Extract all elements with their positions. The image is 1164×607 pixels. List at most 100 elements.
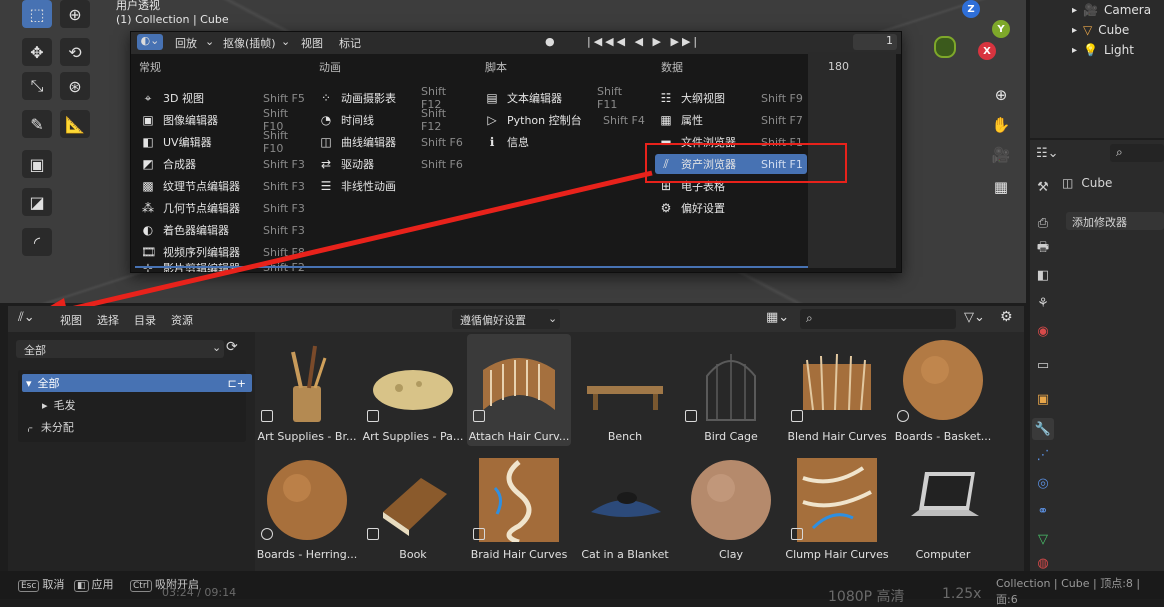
menu-assets[interactable]: 资源 <box>171 312 193 328</box>
object-type-icon <box>367 528 379 540</box>
asset-thumbnail <box>691 460 771 540</box>
chevron-right-icon: ▸ <box>1072 4 1078 16</box>
menu-select[interactable]: 选择 <box>97 312 119 328</box>
asset-browser-header: ⫽⌄ 视图 选择 目录 资源 遵循偏好设置 ⌄ ▦⌄ ⌕ ▽⌄ ⚙ <box>8 306 1024 332</box>
chevron-down-icon: ⌄ <box>548 312 558 325</box>
asset-card[interactable]: Cat in a Blanket <box>573 452 677 564</box>
output-tab-icon[interactable]: 🖶 <box>1032 238 1054 260</box>
catalog-all[interactable]: ▾ 全部 ⊏+ <box>22 374 252 392</box>
particles-tab-icon[interactable]: ⋰ <box>1032 444 1054 466</box>
asset-card[interactable]: Blend Hair Curves <box>785 334 889 446</box>
object-type-icon <box>473 528 485 540</box>
object-type-icon <box>791 410 803 422</box>
asset-browser-editor-icon[interactable]: ⫽⌄ <box>18 310 35 325</box>
asset-thumbnail <box>911 472 979 516</box>
video-speed: 1.25x <box>942 586 982 602</box>
properties-object-name: ◫ Cube <box>1062 176 1113 190</box>
light-icon: 💡 <box>1083 43 1098 57</box>
asset-thumbnail <box>591 492 661 517</box>
object-type-icon <box>367 410 379 422</box>
asset-card[interactable]: Boards - Basket... <box>891 334 995 446</box>
search-icon: ⌕ <box>1116 145 1123 159</box>
chevron-down-icon: ⌄ <box>212 341 222 354</box>
asset-thumbnail <box>383 478 447 536</box>
asset-card[interactable]: Computer <box>891 452 995 564</box>
status-apply: ◧ 应用 <box>74 576 114 592</box>
display-mode-icon[interactable]: ▦⌄ <box>766 310 789 325</box>
asset-card[interactable]: Braid Hair Curves <box>467 452 571 564</box>
asset-thumbnail <box>706 354 756 421</box>
asset-thumbnail <box>267 460 347 540</box>
asset-thumbnail <box>903 340 983 420</box>
esc-key-icon: Esc <box>18 580 40 592</box>
asset-thumbnail <box>803 353 871 411</box>
asset-thumbnail <box>587 386 663 410</box>
asset-card[interactable]: Attach Hair Curv... <box>467 334 571 446</box>
gear-icon[interactable]: ⚙ <box>1000 309 1013 325</box>
outliner-item-cube[interactable]: ▸ ▽ Cube <box>1072 23 1129 37</box>
catalog-hair[interactable]: ▸ 毛发 <box>22 396 252 414</box>
asset-card[interactable]: Book <box>361 452 465 564</box>
ctrl-key-icon: Ctrl <box>130 580 153 592</box>
chevron-right-icon: ▸ <box>42 398 48 412</box>
collection-tab-icon[interactable]: ▭ <box>1032 354 1054 376</box>
asset-card[interactable]: Boards - Herring... <box>255 452 359 564</box>
outliner-item-light[interactable]: ▸ 💡 Light <box>1072 43 1134 57</box>
asset-thumbnail <box>479 458 559 542</box>
material-type-icon <box>897 410 909 422</box>
mouse-icon: ◧ <box>74 580 89 592</box>
data-tab-icon[interactable]: ▽ <box>1032 528 1054 550</box>
chevron-right-icon: ▸ <box>1072 44 1078 56</box>
asset-card[interactable]: Clump Hair Curves <box>785 452 889 564</box>
view-layer-tab-icon[interactable]: ◧ <box>1032 264 1054 286</box>
video-quality: 1080P 高清 <box>828 589 905 605</box>
add-catalog-icon[interactable]: ⊏+ <box>228 377 246 390</box>
world-tab-icon[interactable]: ◉ <box>1032 320 1054 342</box>
scene-tab-icon[interactable]: ⚘ <box>1032 292 1054 314</box>
properties-search-input[interactable]: ⌕ <box>1110 144 1164 162</box>
object-tab-icon[interactable]: ▣ <box>1032 388 1054 410</box>
status-cancel: Esc 取消 <box>18 576 64 592</box>
material-type-icon <box>261 528 273 540</box>
asset-card[interactable]: Art Supplies - Pa... <box>361 334 465 446</box>
asset-grid: Art Supplies - Br... Art Supplies - Pa..… <box>255 332 1024 571</box>
status-bar: Esc 取消 ◧ 应用 Ctrl 吸附开启 03:24 / 09:14 1080P 高… <box>0 571 1164 606</box>
asset-card[interactable]: Bench <box>573 334 677 446</box>
wrench-icon[interactable]: 🔧 <box>1032 418 1054 440</box>
object-type-icon <box>685 410 697 422</box>
outliner-item-camera[interactable]: ▸ 🎥 Camera <box>1072 3 1151 17</box>
properties-editor-icon[interactable]: ☷⌄ <box>1036 146 1059 161</box>
object-type-icon <box>261 410 273 422</box>
asset-thumbnail <box>373 370 453 410</box>
asset-library-dropdown[interactable]: 全部 ⌄ <box>16 340 224 358</box>
asset-card[interactable]: Art Supplies - Br... <box>255 334 359 446</box>
camera-icon: 🎥 <box>1083 3 1098 17</box>
asset-thumbnail <box>483 358 555 410</box>
asset-thumbnail <box>291 345 327 422</box>
chevron-right-icon: ▸ <box>1072 24 1078 36</box>
add-modifier-button[interactable]: 添加修改器 <box>1066 212 1164 230</box>
search-icon: ⌕ <box>806 311 813 325</box>
filter-icon[interactable]: ▽⌄ <box>964 310 985 325</box>
chevron-down-icon: ▾ <box>26 376 32 390</box>
asset-card[interactable]: Clay <box>679 452 783 564</box>
asset-browser-sidebar: 全部 ⌄ ⟳ ▾ 全部 ⊏+ ▸ 毛发 ⌌ 未分配 <box>8 332 255 571</box>
asset-card[interactable]: Bird Cage <box>679 334 783 446</box>
menu-catalog[interactable]: 目录 <box>134 312 156 328</box>
import-method-dropdown[interactable]: 遵循偏好设置 ⌄ <box>452 309 560 329</box>
render-tab-icon[interactable]: ⎙ <box>1032 212 1054 234</box>
unassigned-icon: ⌌ <box>24 420 33 434</box>
tool-tab-icon[interactable]: ⚒ <box>1032 176 1054 198</box>
refresh-icon[interactable]: ⟳ <box>226 339 238 355</box>
modifier-icon: ◫ <box>1062 176 1074 190</box>
outliner-panel: ▸ 🎥 Camera ▸ ▽ Cube ▸ 💡 Light <box>1030 0 1164 138</box>
constraints-tab-icon[interactable]: ⚭ <box>1032 500 1054 522</box>
search-input[interactable]: ⌕ <box>800 309 956 329</box>
scene-statistics: Collection | Cube | 顶点:8 | 面:6 <box>996 577 1141 606</box>
asset-thumbnail <box>797 458 877 542</box>
object-type-icon <box>473 410 485 422</box>
catalog-unassigned[interactable]: ⌌ 未分配 <box>22 418 252 436</box>
physics-tab-icon[interactable]: ◎ <box>1032 472 1054 494</box>
object-type-icon <box>791 528 803 540</box>
menu-view[interactable]: 视图 <box>60 312 82 328</box>
